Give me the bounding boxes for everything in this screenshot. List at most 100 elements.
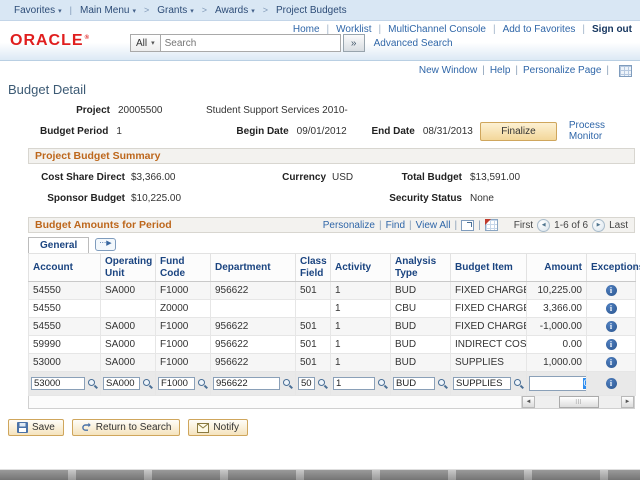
column-header-fund-code[interactable]: Fund Code xyxy=(156,254,211,282)
breadcrumb-item-grants[interactable]: Grants▾ xyxy=(157,5,194,16)
total-budget-label: Total Budget xyxy=(392,172,462,183)
lookup-icon[interactable] xyxy=(317,378,328,389)
summary-section-title: Project Budget Summary xyxy=(35,150,160,162)
scrollbar-track[interactable]: ||| xyxy=(535,396,621,408)
table-row: 54550SA000F10009566225011BUDFIXED CHARGE… xyxy=(29,318,636,336)
cell-activity: 1 xyxy=(331,336,391,354)
column-header-exceptions[interactable]: Exceptions xyxy=(587,254,636,282)
view-all-link[interactable]: View All xyxy=(416,220,451,231)
page-link-new-window[interactable]: New Window xyxy=(419,65,477,76)
scroll-right-icon[interactable]: ► xyxy=(621,396,634,408)
header-link-separator: | xyxy=(582,24,585,35)
cell-department: 956622 xyxy=(211,282,296,300)
process-monitor-link[interactable]: Process Monitor xyxy=(569,120,640,142)
security-status-label: Security Status xyxy=(281,193,462,204)
save-button[interactable]: Save xyxy=(8,419,64,436)
lookup-icon[interactable] xyxy=(197,378,208,389)
grid-header-row: AccountOperating UnitFund CodeDepartment… xyxy=(29,254,636,282)
cell-activity: 1 xyxy=(331,282,391,300)
page-link-help[interactable]: Help xyxy=(490,65,511,76)
table-row-editable: 0.00 xyxy=(29,372,636,396)
info-icon[interactable] xyxy=(606,321,617,332)
tab-general[interactable]: General xyxy=(28,237,89,253)
return-to-search-button[interactable]: Return to Search xyxy=(72,419,181,436)
column-header-class-field[interactable]: Class Field xyxy=(296,254,331,282)
find-link[interactable]: Find xyxy=(386,220,405,231)
info-icon[interactable] xyxy=(606,378,617,389)
lookup-icon[interactable] xyxy=(282,378,293,389)
info-icon[interactable] xyxy=(606,357,617,368)
breadcrumb-item-awards[interactable]: Awards▾ xyxy=(215,5,255,16)
cell-operating-unit: SA000 xyxy=(101,336,156,354)
horizontal-scrollbar[interactable]: ◄ ||| ► xyxy=(521,396,634,408)
column-header-account[interactable]: Account xyxy=(29,254,101,282)
advanced-search-link[interactable]: Advanced Search xyxy=(374,38,453,49)
header-link-sign-out[interactable]: Sign out xyxy=(592,24,632,35)
pager-next-icon[interactable]: ▶ xyxy=(592,219,605,232)
column-header-amount[interactable]: Amount xyxy=(527,254,587,282)
currency-label: Currency xyxy=(281,172,326,183)
column-header-activity[interactable]: Activity xyxy=(331,254,391,282)
account-input[interactable] xyxy=(31,377,85,390)
zoom-popout-icon[interactable] xyxy=(461,220,474,231)
budget-item-input[interactable] xyxy=(453,377,511,390)
lookup-icon[interactable] xyxy=(377,378,388,389)
cell-exceptions xyxy=(587,372,636,396)
header-link-add-to-favorites[interactable]: Add to Favorites xyxy=(503,24,576,35)
department-input[interactable] xyxy=(213,377,280,390)
column-header-department[interactable]: Department xyxy=(211,254,296,282)
search-scope-dropdown[interactable]: All ▾ xyxy=(130,34,161,52)
show-all-columns-icon[interactable]: ⋯▶ xyxy=(95,238,115,251)
cell-budget-item: FIXED CHARGES xyxy=(451,300,527,318)
cell-fund-code: F1000 xyxy=(156,318,211,336)
cell-department xyxy=(211,372,296,396)
download-grid-icon[interactable] xyxy=(485,219,498,231)
search-scope-value: All xyxy=(136,38,147,49)
cell-activity: 1 xyxy=(331,318,391,336)
column-header-budget-item[interactable]: Budget Item xyxy=(451,254,527,282)
fund-code-input[interactable] xyxy=(158,377,195,390)
personalize-link[interactable]: Personalize xyxy=(323,220,375,231)
search-go-button[interactable]: » xyxy=(343,34,365,52)
lookup-icon[interactable] xyxy=(142,378,153,389)
cell-fund-code xyxy=(156,372,211,396)
chevron-down-icon: ▾ xyxy=(58,8,62,15)
class-field-input[interactable] xyxy=(298,377,315,390)
info-icon[interactable] xyxy=(606,303,617,314)
cell-department: 956622 xyxy=(211,318,296,336)
search-input[interactable] xyxy=(161,34,341,52)
cell-budget-item: SUPPLIES xyxy=(451,354,527,372)
oracle-logo: ORACLE® xyxy=(10,32,90,50)
page-layout-icon[interactable] xyxy=(619,65,632,77)
column-header-operating-unit[interactable]: Operating Unit xyxy=(101,254,156,282)
finalize-button[interactable]: Finalize xyxy=(480,122,557,141)
project-label: Project xyxy=(0,105,110,116)
lookup-icon[interactable] xyxy=(437,378,448,389)
breadcrumb-item-favorites[interactable]: Favorites▾ xyxy=(14,5,62,16)
breadcrumb-item-main-menu[interactable]: Main Menu▾ xyxy=(80,5,136,16)
notify-button[interactable]: Notify xyxy=(188,419,248,436)
column-header-analysis-type[interactable]: Analysis Type xyxy=(391,254,451,282)
amount-input[interactable]: 0.00 xyxy=(529,376,587,391)
info-icon[interactable] xyxy=(606,285,617,296)
pager-last[interactable]: Last xyxy=(609,220,628,231)
analysis-type-input[interactable] xyxy=(393,377,435,390)
toolbar-separator: | xyxy=(379,220,382,231)
pager-prev-icon[interactable]: ◀ xyxy=(537,219,550,232)
cell-class-field: 501 xyxy=(296,282,331,300)
cell-fund-code: F1000 xyxy=(156,282,211,300)
info-icon[interactable] xyxy=(606,339,617,350)
breadcrumb-item-project-budgets[interactable]: Project Budgets xyxy=(276,5,347,16)
pager-first[interactable]: First xyxy=(514,220,533,231)
page-link-personalize-page[interactable]: Personalize Page xyxy=(523,65,601,76)
operating-unit-input[interactable] xyxy=(103,377,140,390)
budget-period-label: Budget Period xyxy=(0,126,108,137)
table-row: 59990SA000F10009566225011BUDINDIRECT COS… xyxy=(29,336,636,354)
cell-department xyxy=(211,300,296,318)
scrollbar-thumb[interactable]: ||| xyxy=(559,396,599,408)
activity-input[interactable] xyxy=(333,377,375,390)
lookup-icon[interactable] xyxy=(513,378,524,389)
search-bar: All ▾ » Advanced Search xyxy=(130,34,453,52)
scroll-left-icon[interactable]: ◄ xyxy=(522,396,535,408)
lookup-icon[interactable] xyxy=(87,378,98,389)
